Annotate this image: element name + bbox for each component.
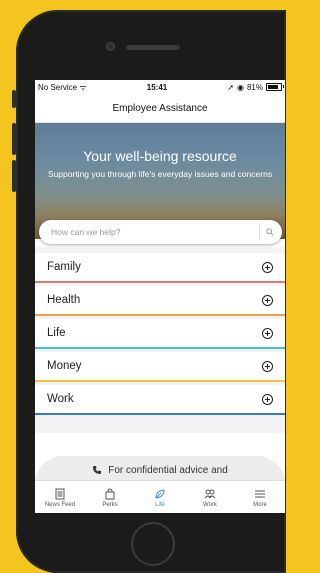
speaker-grill — [126, 45, 180, 50]
status-right: ➚ ◉ 81% — [227, 82, 284, 92]
expand-plus-icon[interactable] — [262, 393, 273, 405]
menu-icon — [255, 490, 265, 497]
tab-label: Perks — [102, 501, 118, 508]
expand-plus-icon[interactable] — [262, 261, 273, 273]
hero-banner: Your well-being resource Supporting you … — [35, 123, 285, 244]
volume-up-button — [12, 123, 16, 155]
category-health[interactable]: Health — [35, 286, 285, 316]
battery-icon — [266, 83, 284, 91]
category-label: Money — [47, 360, 82, 372]
category-label: Life — [47, 327, 66, 339]
confidential-text: For confidential advice and — [108, 464, 228, 476]
category-label: Health — [47, 294, 81, 306]
search-divider — [259, 225, 260, 239]
category-label: Family — [47, 261, 81, 273]
location-icon: ➚ — [227, 82, 234, 92]
tab-more[interactable]: More — [235, 481, 285, 513]
tab-label: More — [253, 501, 267, 508]
search-button-area[interactable] — [259, 225, 274, 239]
tab-life[interactable]: Life — [135, 481, 185, 513]
expand-plus-icon[interactable] — [262, 360, 273, 372]
tab-label: Work — [203, 501, 217, 508]
hero-title: Your well-being resource — [83, 148, 237, 164]
tab-perks[interactable]: Perks — [85, 481, 135, 513]
wifi-icon: ᯤ — [79, 82, 87, 92]
category-work[interactable]: Work — [35, 385, 285, 415]
search-input[interactable]: How can we help? — [39, 220, 282, 244]
category-list: Family Health Life Money Work — [35, 247, 285, 433]
status-bar: No Service ᯤ 15:41 ➚ ◉ 81% — [35, 80, 285, 94]
expand-plus-icon[interactable] — [262, 327, 273, 339]
category-life[interactable]: Life — [35, 319, 285, 349]
leaf-icon — [155, 488, 165, 499]
news-feed-icon — [55, 488, 65, 499]
alarm-icon: ◉ — [237, 82, 244, 92]
shopping-bag-icon — [105, 487, 115, 499]
expand-plus-icon[interactable] — [262, 294, 273, 306]
battery-percent: 81% — [246, 82, 263, 92]
app-screen: No Service ᯤ 15:41 ➚ ◉ 81% Employee Assi… — [35, 80, 285, 513]
volume-down-button — [12, 160, 16, 192]
category-family[interactable]: Family — [35, 253, 285, 283]
nav-bar: Employee Assistance — [35, 94, 285, 123]
mute-switch — [12, 90, 16, 108]
tab-bar: News Feed Perks Life Work More — [35, 480, 285, 513]
front-camera — [106, 42, 115, 51]
search-icon[interactable] — [266, 228, 274, 236]
carrier-label: No Service ᯤ — [38, 82, 87, 92]
clock: 15:41 — [146, 82, 168, 92]
category-label: Work — [47, 393, 74, 405]
page-title: Employee Assistance — [112, 102, 208, 114]
tab-label: News Feed — [44, 501, 76, 508]
home-button[interactable] — [131, 522, 175, 566]
phone-icon — [93, 466, 102, 474]
category-money[interactable]: Money — [35, 352, 285, 382]
tab-label: Life — [155, 501, 165, 508]
search-placeholder: How can we help? — [51, 227, 121, 237]
hero-subtitle: Supporting you through life's everyday i… — [47, 169, 273, 179]
tab-work[interactable]: Work — [185, 481, 235, 513]
people-icon — [204, 489, 216, 498]
tab-news-feed[interactable]: News Feed — [35, 481, 85, 513]
